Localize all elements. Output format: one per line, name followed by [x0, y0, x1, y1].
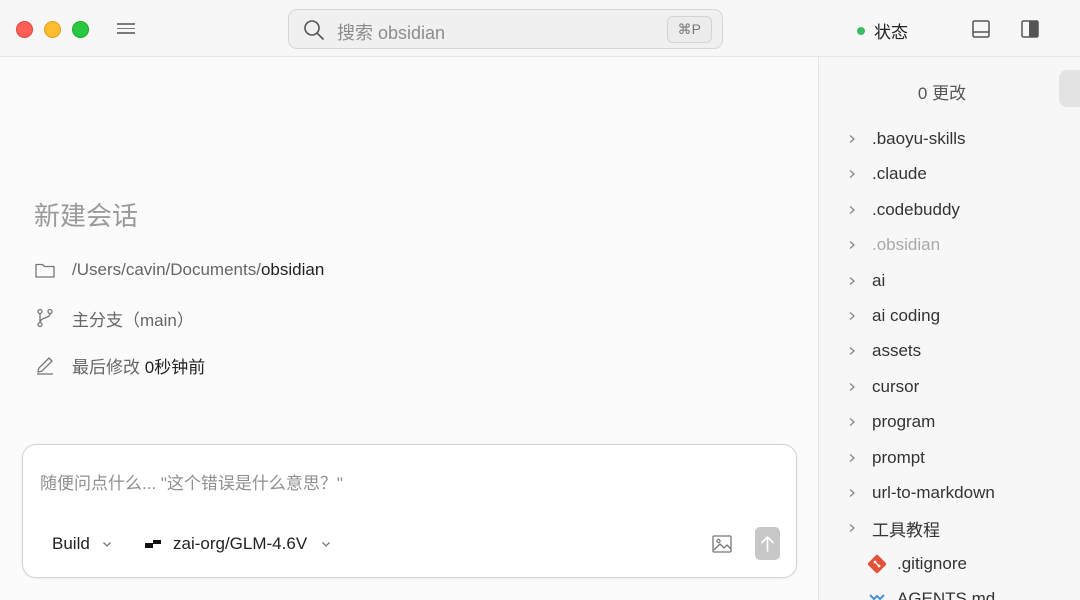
model-label: zai-org/GLM-4.6V [173, 534, 308, 553]
chevron-right-icon [849, 524, 855, 532]
model-selector[interactable]: zai-org/GLM-4.6V [145, 534, 331, 554]
file-item[interactable]: .gitignore [819, 550, 1059, 578]
toggle-sidebar-icon[interactable] [1020, 19, 1040, 39]
folder-item[interactable]: .baoyu-skills [819, 125, 1059, 153]
folder-name: .obsidian [872, 235, 941, 254]
folder-item[interactable]: assets [819, 337, 1059, 365]
send-button[interactable] [755, 527, 780, 560]
chevron-right-icon [849, 206, 855, 214]
pencil-icon [37, 357, 53, 375]
folder-item[interactable]: .codebuddy [819, 196, 1059, 224]
folder-name: .claude [872, 164, 927, 183]
chevron-right-icon [849, 489, 855, 497]
attach-image-icon[interactable] [711, 533, 733, 555]
folder-item[interactable]: ai coding [819, 302, 1059, 330]
folder-name: 工具教程 [872, 520, 940, 540]
file-name: .gitignore [897, 554, 967, 573]
git-icon [867, 554, 887, 574]
chevron-right-icon [849, 241, 855, 249]
chevron-down-icon [322, 542, 331, 547]
session-title: 新建会话 [34, 201, 139, 231]
folder-item[interactable]: .obsidian [819, 231, 1059, 259]
path-folder: obsidian [260, 260, 325, 279]
folder-icon [35, 263, 55, 278]
branch-label: 主分支（main） [72, 310, 194, 330]
folder-name: prompt [872, 448, 925, 467]
scrollbar-thumb[interactable] [1059, 70, 1080, 107]
prompt-composer[interactable]: 随便问点什么... "这个错误是什么意思？" Build zai-org/GLM… [22, 444, 797, 578]
folder-item[interactable]: 工具教程 [819, 514, 1059, 542]
file-item[interactable]: AGENTS.md [819, 585, 1059, 600]
changes-count: 0 更改 [917, 84, 967, 103]
status-indicator[interactable]: 状态 [857, 18, 908, 43]
last-modified-row: 最后修改 0秒钟前 [34, 353, 205, 377]
folder-name: ai coding [872, 306, 941, 325]
menu-icon[interactable] [117, 20, 137, 38]
close-window-button[interactable] [16, 21, 33, 38]
folder-name: .codebuddy [872, 200, 960, 219]
file-name: AGENTS.md [897, 589, 996, 600]
arrow-up-icon [761, 536, 774, 552]
folder-item[interactable]: cursor [819, 373, 1059, 401]
mode-label: Build [52, 534, 90, 553]
search-placeholder: 搜索 obsidian [337, 23, 446, 43]
project-path-row: /Users/cavin/Documents/obsidian [34, 258, 324, 282]
chevron-right-icon [849, 135, 855, 143]
folder-name: program [872, 412, 936, 431]
file-sidebar: 0 更改 .baoyu-skills .claude .codebuddy .obsi… [819, 57, 1080, 600]
chevron-down-icon [102, 542, 111, 547]
chevron-right-icon [849, 277, 855, 285]
folder-name: ai [872, 271, 886, 290]
folder-item[interactable]: ai [819, 267, 1059, 295]
folder-name: assets [872, 341, 922, 360]
modified-prefix: 最后修改 [72, 357, 140, 377]
chevron-right-icon [849, 383, 855, 391]
folder-item[interactable]: prompt [819, 444, 1059, 472]
git-branch-icon [37, 308, 53, 328]
folder-item[interactable]: url-to-markdown [819, 479, 1059, 507]
main-panel: 新建会话 /Users/cavin/Documents/obsidian 主分支… [0, 57, 818, 600]
zoom-window-button[interactable] [72, 21, 89, 38]
folder-name: url-to-markdown [872, 483, 995, 502]
chevron-right-icon [849, 347, 855, 355]
mode-selector[interactable]: Build [52, 534, 112, 554]
status-label: 状态 [874, 23, 908, 42]
minimize-window-button[interactable] [44, 21, 61, 38]
folder-name: .baoyu-skills [872, 129, 966, 148]
folder-name: cursor [872, 377, 920, 396]
search-icon [304, 20, 324, 40]
modified-value: 0秒钟前 [144, 357, 206, 377]
toggle-bottom-panel-icon[interactable] [971, 19, 991, 39]
prompt-input[interactable]: 随便问点什么... "这个错误是什么意思？" [40, 469, 343, 494]
markdown-icon [869, 594, 885, 600]
folder-item[interactable]: .claude [819, 160, 1059, 188]
search-shortcut-badge: ⌘P [666, 16, 712, 43]
title-bar: 搜索 obsidian ⌘P 状态 [0, 0, 1080, 57]
chevron-right-icon [849, 454, 855, 462]
branch-row: 主分支（main） [34, 306, 194, 330]
path-prefix: /Users/cavin/Documents/ [72, 260, 261, 279]
folder-item[interactable]: program [819, 408, 1059, 436]
chevron-right-icon [849, 418, 855, 426]
status-dot [857, 27, 865, 35]
chevron-right-icon [849, 170, 855, 178]
search-bar[interactable]: 搜索 obsidian ⌘P [288, 9, 723, 49]
chevron-right-icon [849, 312, 855, 320]
model-provider-icon [145, 540, 161, 548]
